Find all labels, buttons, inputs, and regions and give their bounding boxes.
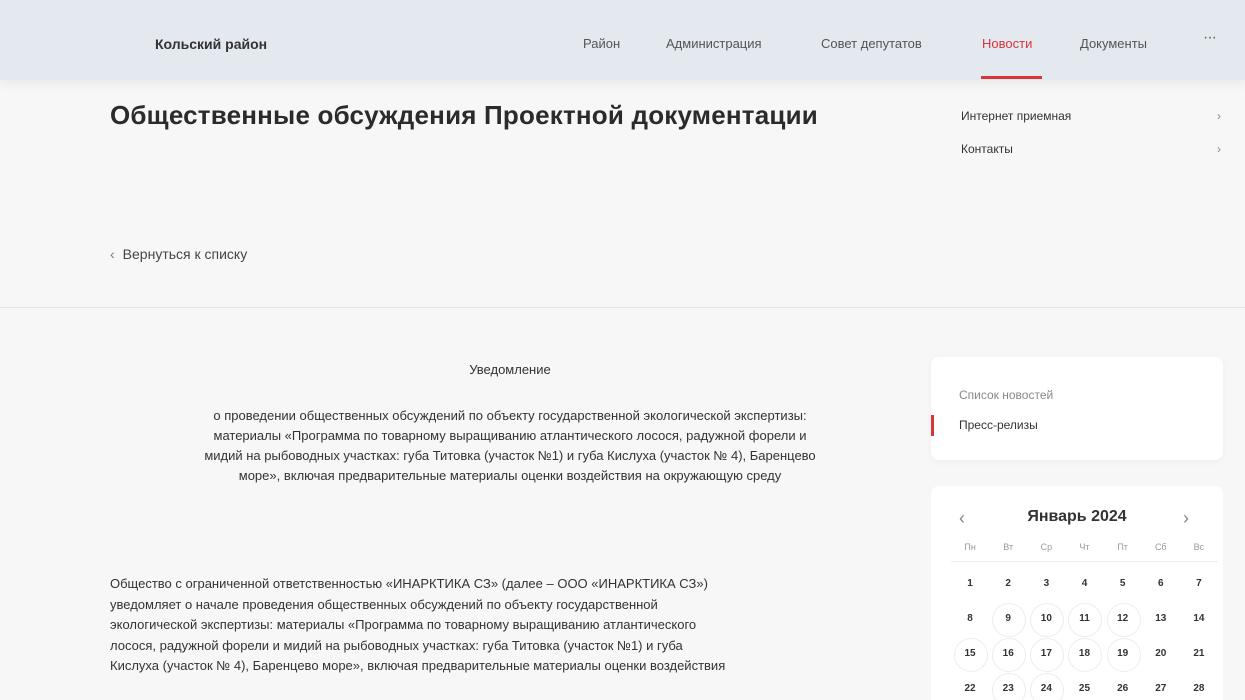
calendar-day[interactable]: 16 [989,637,1027,672]
calendar-day[interactable]: 3 [1027,568,1065,599]
calendar-day[interactable]: 14 [1180,603,1218,634]
page-title: Общественные обсуждения Проектной докуме… [110,100,818,130]
side-link-contacts[interactable]: Контакты [961,142,1013,156]
chevron-right-icon: › [1217,142,1221,156]
calendar-day[interactable]: 28 [1180,673,1218,700]
more-menu-icon[interactable]: ··· [1203,29,1217,47]
calendar-day[interactable]: 20 [1142,638,1180,669]
notice-subtitle: о проведении общественных обсуждений по … [110,406,910,486]
news-menu: Список новостей Пресс-релизы [931,357,1223,460]
nav-item-district[interactable]: Район [583,36,620,51]
back-to-list-link[interactable]: ‹ Вернуться к списку [110,246,247,262]
calendar-weekdays: Пн Вт Ср Чт Пт Сб Вс [951,542,1218,552]
article-body-line: экологической экспертизы: материалы «Про… [110,617,697,632]
article-body-line: уведомляет о начале проведения обществен… [110,596,658,612]
calendar-day[interactable]: 19 [1104,637,1142,672]
article-body-line: Общество с ограниченной ответственностью… [110,576,708,591]
calendar-day[interactable]: 23 [989,672,1027,700]
calendar-day[interactable]: 1 [951,568,989,599]
calendar-month-title: Январь 2024 [1027,508,1127,525]
calendar-day[interactable]: 2 [989,568,1027,599]
calendar-day[interactable]: 15 [951,637,989,672]
calendar-weekday: Сб [1154,542,1167,552]
calendar-weekday: Чт [1079,542,1090,552]
calendar-day[interactable]: 9 [989,602,1027,637]
calendar-day[interactable]: 22 [951,673,989,700]
calendar-day[interactable]: 12 [1104,602,1142,637]
notice-subtitle-line: мидий на рыбоводных участках: губа Титов… [204,448,816,463]
calendar-day[interactable]: 10 [1027,602,1065,637]
notice-title: Уведомление [469,362,551,377]
page-header-section: Общественные обсуждения Проектной докуме… [0,80,1245,308]
calendar-weekday: Вт [1003,542,1014,552]
article-body-line: лосося, радужной форели и мидий на рыбов… [110,637,683,653]
calendar-day[interactable]: 18 [1065,637,1103,672]
news-menu-item-list[interactable]: Список новостей [959,388,1053,402]
notice-subtitle-line: о проведении общественных обсуждений по … [213,408,807,423]
calendar-day[interactable]: 27 [1142,673,1180,700]
news-menu-active-marker [931,415,934,436]
calendar-day[interactable]: 25 [1065,673,1103,700]
chevron-right-icon: › [1217,109,1221,123]
calendar-day[interactable]: 7 [1180,568,1218,599]
side-link-reception[interactable]: Интернет приемная [961,109,1071,123]
calendar-day[interactable]: 5 [1104,568,1142,599]
article-body-line: Кислуха (участок № 4), Баренцево море», … [110,658,726,673]
nav-item-council[interactable]: Совет депутатов [821,36,922,51]
calendar-widget: ‹ Январь 2024 › Пн Вт Ср Чт Пт Сб Вс 123456789… [931,486,1223,700]
calendar-weekday: Пн [964,542,976,552]
notice-subtitle-line: материалы «Программа по товарному выращи… [213,428,807,443]
back-to-list-label: Вернуться к списку [122,246,248,262]
chevron-left-icon: ‹ [110,246,115,262]
notice-subtitle-line: море», включая предварительные материалы… [238,468,782,483]
calendar-day[interactable]: 11 [1065,602,1103,637]
calendar-day[interactable]: 13 [1142,603,1180,634]
article-body: Общество с ограниченной ответственностью… [110,574,900,677]
calendar-weekday: Пт [1117,542,1128,552]
calendar-day[interactable]: 8 [951,603,989,634]
nav-item-news[interactable]: Новости [982,36,1032,51]
calendar-divider [951,561,1218,562]
calendar-day[interactable]: 17 [1027,637,1065,672]
site-brand[interactable]: Кольский район [155,36,267,52]
news-menu-item-press[interactable]: Пресс-релизы [959,418,1038,432]
calendar-weekday: Ср [1040,542,1053,552]
calendar-day[interactable]: 21 [1180,638,1218,669]
calendar-days-grid: 1 2 3 4 5 6 7 8 9 10 11 12 13 14 15 16 17 18 19 20 21 22 23 24 2… [951,568,1218,700]
nav-active-indicator [981,76,1042,79]
calendar-day[interactable]: 24 [1027,672,1065,700]
calendar-weekday: Вс [1193,542,1205,552]
chevron-right-icon[interactable]: › [1183,508,1189,529]
calendar-day[interactable]: 6 [1142,568,1180,599]
nav-item-administration[interactable]: Администрация [666,36,762,51]
site-header: Кольский район Район Администрация Совет… [0,0,1245,80]
calendar-day[interactable]: 26 [1104,673,1142,700]
calendar-day[interactable]: 4 [1065,568,1103,599]
nav-item-documents[interactable]: Документы [1080,36,1147,51]
